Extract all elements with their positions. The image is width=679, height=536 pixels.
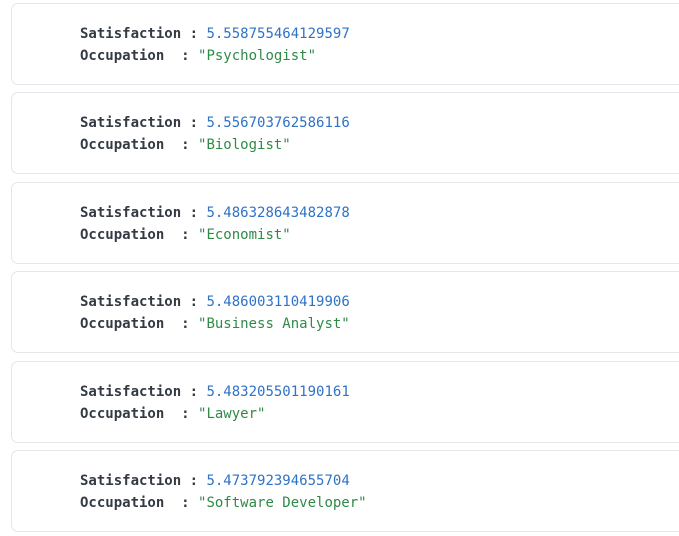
key-padding xyxy=(164,406,181,422)
satisfaction-value: 5.486328643482878 xyxy=(206,205,350,221)
separator: : xyxy=(181,48,199,64)
occupation-value: "Software Developer" xyxy=(198,495,367,511)
key-padding xyxy=(164,227,181,243)
record-card[interactable]: Satisfaction : 5.556703762586116 Occupat… xyxy=(11,92,679,174)
satisfaction-row: Satisfaction : 5.473792394655704 xyxy=(80,472,350,490)
satisfaction-row: Satisfaction : 5.483205501190161 xyxy=(80,383,350,401)
satisfaction-value: 5.483205501190161 xyxy=(206,384,350,400)
occupation-key: Occupation xyxy=(80,316,165,332)
satisfaction-key: Satisfaction xyxy=(80,26,182,42)
occupation-row: Occupation : "Business Analyst" xyxy=(80,315,350,333)
satisfaction-row: Satisfaction : 5.556703762586116 xyxy=(80,114,350,132)
separator: : xyxy=(181,115,207,131)
occupation-row: Occupation : "Economist" xyxy=(80,226,291,244)
satisfaction-value: 5.473792394655704 xyxy=(206,473,350,489)
occupation-key: Occupation xyxy=(80,227,165,243)
satisfaction-key: Satisfaction xyxy=(80,384,182,400)
separator: : xyxy=(181,137,199,153)
satisfaction-value: 5.486003110419906 xyxy=(206,294,350,310)
separator: : xyxy=(181,26,207,42)
occupation-row: Occupation : "Biologist" xyxy=(80,136,291,154)
occupation-key: Occupation xyxy=(80,406,165,422)
record-card[interactable]: Satisfaction : 5.486003110419906 Occupat… xyxy=(11,271,679,353)
separator: : xyxy=(181,316,199,332)
satisfaction-row: Satisfaction : 5.486328643482878 xyxy=(80,204,350,222)
satisfaction-row: Satisfaction : 5.558755464129597 xyxy=(80,25,350,43)
separator: : xyxy=(181,473,207,489)
satisfaction-key: Satisfaction xyxy=(80,473,182,489)
record-card[interactable]: Satisfaction : 5.473792394655704 Occupat… xyxy=(11,450,679,532)
record-card[interactable]: Satisfaction : 5.558755464129597 Occupat… xyxy=(11,3,679,85)
separator: : xyxy=(181,205,207,221)
satisfaction-row: Satisfaction : 5.486003110419906 xyxy=(80,293,350,311)
record-card[interactable]: Satisfaction : 5.483205501190161 Occupat… xyxy=(11,361,679,443)
separator: : xyxy=(181,384,207,400)
separator: : xyxy=(181,495,199,511)
occupation-key: Occupation xyxy=(80,48,165,64)
occupation-value: "Business Analyst" xyxy=(198,316,350,332)
occupation-value: "Economist" xyxy=(198,227,291,243)
satisfaction-key: Satisfaction xyxy=(80,294,182,310)
separator: : xyxy=(181,294,207,310)
satisfaction-key: Satisfaction xyxy=(80,115,182,131)
satisfaction-key: Satisfaction xyxy=(80,205,182,221)
occupation-row: Occupation : "Psychologist" xyxy=(80,47,316,65)
separator: : xyxy=(181,227,199,243)
occupation-row: Occupation : "Lawyer" xyxy=(80,405,265,423)
satisfaction-value: 5.558755464129597 xyxy=(206,26,350,42)
occupation-value: "Biologist" xyxy=(198,137,291,153)
occupation-key: Occupation xyxy=(80,495,165,511)
key-padding xyxy=(164,48,181,64)
record-list: Satisfaction : 5.558755464129597 Occupat… xyxy=(0,0,679,536)
occupation-row: Occupation : "Software Developer" xyxy=(80,494,367,512)
occupation-key: Occupation xyxy=(80,137,165,153)
satisfaction-value: 5.556703762586116 xyxy=(206,115,350,131)
separator: : xyxy=(181,406,199,422)
occupation-value: "Psychologist" xyxy=(198,48,317,64)
record-card[interactable]: Satisfaction : 5.486328643482878 Occupat… xyxy=(11,182,679,264)
key-padding xyxy=(164,316,181,332)
key-padding xyxy=(164,137,181,153)
occupation-value: "Lawyer" xyxy=(198,406,266,422)
key-padding xyxy=(164,495,181,511)
